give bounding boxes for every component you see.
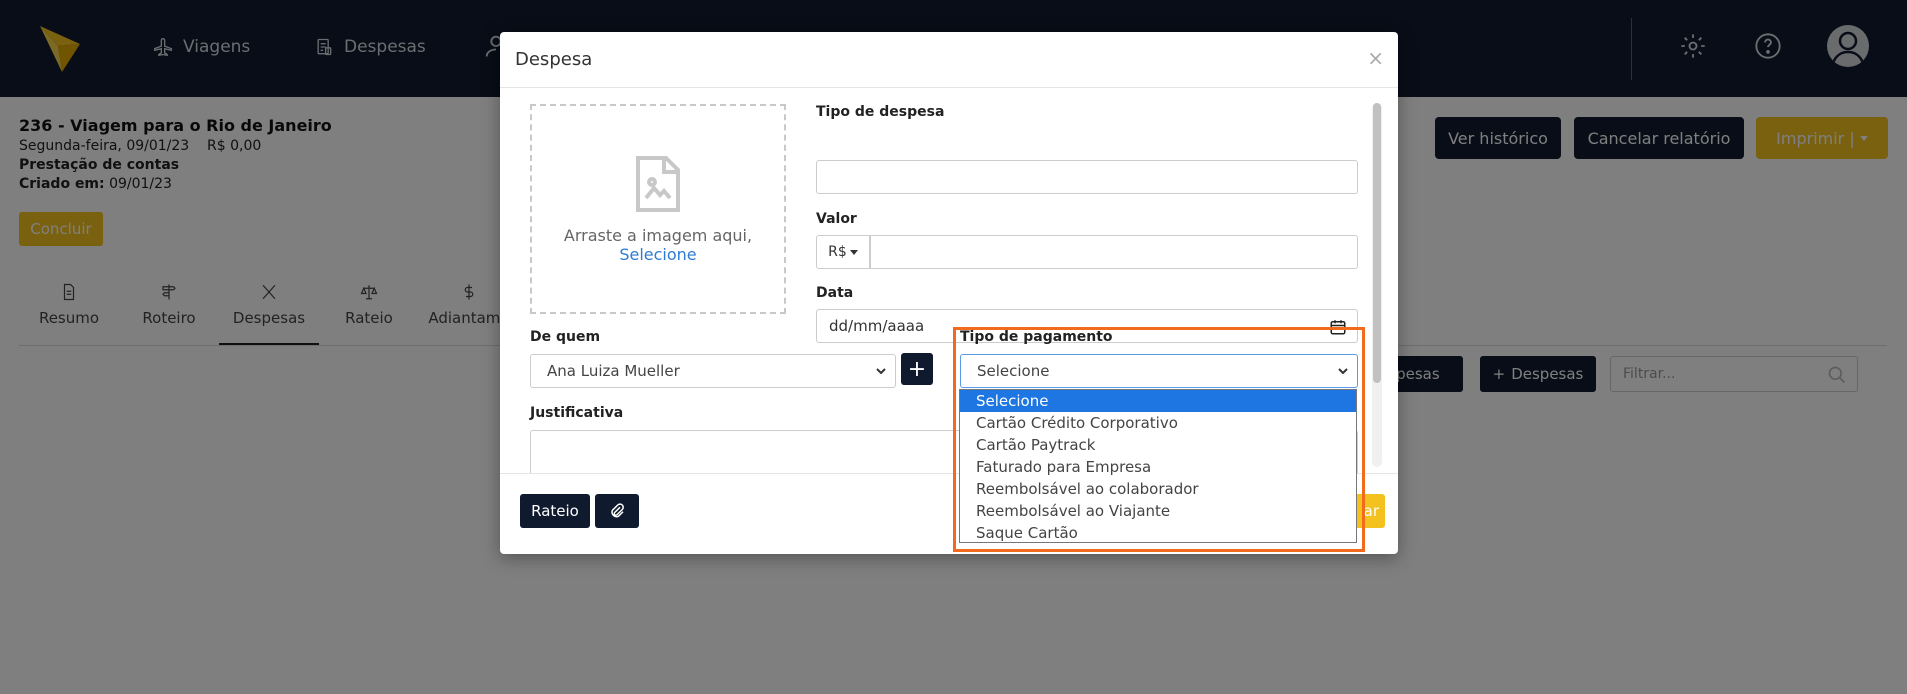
justification-label: Justificativa bbox=[530, 405, 624, 421]
modal-scrollbar[interactable] bbox=[1372, 103, 1382, 467]
date-label: Data bbox=[816, 285, 854, 301]
value-input[interactable] bbox=[870, 235, 1358, 269]
dropzone-text: Arraste a imagem aqui, bbox=[563, 226, 753, 245]
attach-button[interactable] bbox=[595, 494, 639, 528]
value-label: Valor bbox=[816, 211, 857, 227]
date-placeholder: dd/mm/aaaa bbox=[829, 317, 925, 335]
modal-title: Despesa bbox=[515, 49, 593, 70]
payment-option[interactable]: Reembolsável ao Viajante bbox=[960, 500, 1356, 522]
payment-option[interactable]: Selecione bbox=[960, 390, 1356, 412]
dropzone-select-link[interactable]: Selecione bbox=[619, 245, 696, 264]
close-icon[interactable]: × bbox=[1367, 46, 1384, 70]
currency-selector[interactable]: R$ bbox=[816, 235, 870, 269]
from-whom-select[interactable]: Ana Luiza Mueller bbox=[530, 354, 896, 388]
from-whom-value: Ana Luiza Mueller bbox=[547, 362, 680, 380]
payment-option[interactable]: Reembolsável ao colaborador bbox=[960, 478, 1356, 500]
payment-option[interactable]: Saque Cartão bbox=[960, 522, 1356, 544]
payment-option[interactable]: Cartão Crédito Corporativo bbox=[960, 412, 1356, 434]
payment-option[interactable]: Faturado para Empresa bbox=[960, 456, 1356, 478]
modal-header: Despesa × bbox=[500, 32, 1398, 88]
from-whom-label: De quem bbox=[530, 329, 601, 345]
rateio-button[interactable]: Rateio bbox=[520, 494, 590, 528]
expense-type-input[interactable] bbox=[816, 160, 1358, 194]
payment-option[interactable]: Cartão Paytrack bbox=[960, 434, 1356, 456]
add-person-button[interactable]: + bbox=[901, 353, 933, 385]
image-file-icon bbox=[636, 156, 680, 212]
image-dropzone[interactable]: Arraste a imagem aqui, Selecione bbox=[530, 104, 786, 314]
chevron-down-icon bbox=[876, 368, 886, 375]
payment-type-dropdown[interactable]: Selecione Cartão Crédito Corporativo Car… bbox=[959, 389, 1357, 543]
scrollbar-thumb[interactable] bbox=[1373, 103, 1381, 383]
expense-type-label: Tipo de despesa bbox=[816, 104, 945, 120]
paperclip-icon bbox=[611, 503, 624, 518]
caret-down-icon bbox=[849, 249, 858, 255]
currency-label: R$ bbox=[828, 244, 847, 260]
